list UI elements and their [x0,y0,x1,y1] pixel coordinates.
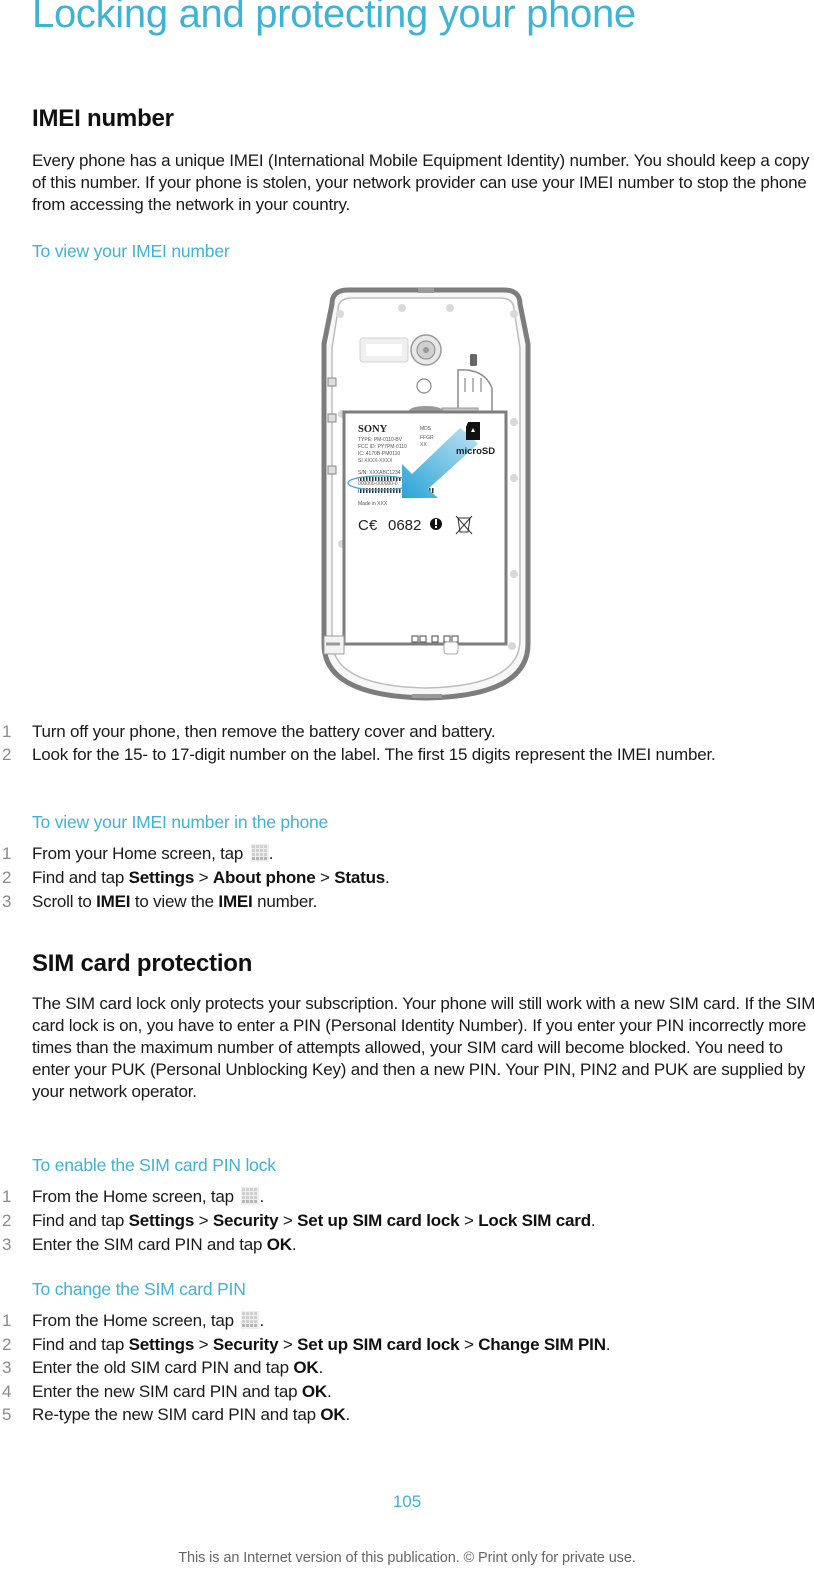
step-text: From the Home screen, tap . [32,1187,264,1206]
ui-term: Settings [128,1334,195,1354]
step-number: 2 [2,1334,12,1354]
microsd-label: microSD [456,446,495,457]
alert-icon [430,518,442,530]
ce-mark: C€ [358,517,378,534]
phone-back-illustration: SONY TYPE: PM-0110-BV FCC ID: PY7PM-0110… [318,284,534,709]
step-text: Turn off your phone, then remove the bat… [32,722,496,741]
svg-text:S/N: XXXABC1234: S/N: XXXABC1234 [358,470,401,476]
ui-term: OK [320,1405,346,1424]
ui-term: Settings [128,1211,195,1230]
step-text: Re-type the new SIM card PIN and tap OK. [32,1405,350,1424]
step-text: From the Home screen, tap . [32,1311,264,1330]
step-number: 3 [2,1358,12,1377]
svg-text:TYPE: PM-0110-BV: TYPE: PM-0110-BV [358,437,403,443]
svg-text:XX: XX [420,442,427,448]
step-text: Find and tap Settings > Security > Set u… [32,1334,611,1354]
application-grid-icon [241,1311,260,1329]
change-pin-heading: To change the SIM card PIN [32,1279,246,1299]
svg-text:FFGR: FFGR [420,435,434,441]
ui-term: IMEI [218,892,253,911]
step-number: 1 [2,844,12,863]
ui-term: Set up SIM card lock [297,1211,460,1230]
step-text: Enter the new SIM card PIN and tap OK. [32,1381,332,1401]
application-grid-icon [241,1187,260,1205]
ui-term: About phone [212,868,316,887]
page-title: Locking and protecting your phone [32,0,636,36]
ui-term: Status [334,868,386,887]
step-text: Enter the SIM card PIN and tap OK. [32,1235,297,1254]
sim-heading: SIM card protection [32,950,253,977]
ui-term: OK [293,1358,319,1377]
ui-term: OK [266,1235,292,1254]
view-imei-in-phone-heading: To view your IMEI number in the phone [32,812,329,832]
ui-term: Settings [128,868,195,887]
step-text: Enter the old SIM card PIN and tap OK. [32,1358,324,1377]
imei-intro: Every phone has a unique IMEI (Internati… [32,151,810,214]
ui-term: Set up SIM card lock [297,1334,460,1354]
view-imei-heading: To view your IMEI number [32,241,230,261]
svg-text:IC: 4170B-PM0110: IC: 4170B-PM0110 [358,451,400,457]
step-text: Find and tap Settings > Security > Set u… [32,1211,596,1230]
step-number: 3 [2,892,12,911]
step-number: 1 [2,722,12,741]
step-number: 2 [2,745,12,764]
step-text: Scroll to IMEI to view the IMEI number. [32,892,318,911]
page-number: 105 [392,1492,422,1511]
ui-term: OK [301,1381,327,1401]
application-grid-icon [250,844,269,862]
svg-text:FCC ID: PY7PM-0110: FCC ID: PY7PM-0110 [358,444,407,450]
step-number: 2 [2,1211,12,1230]
enable-pin-heading: To enable the SIM card PIN lock [32,1155,276,1175]
ui-term: Security [212,1211,279,1230]
svg-text:000000-000000-0: 000000-000000-0 [358,481,398,487]
step-text: From your Home screen, tap . [32,844,274,863]
ui-term: Security [212,1334,279,1354]
step-number: 1 [2,1187,12,1206]
step-number: 4 [2,1381,12,1401]
ui-term: Lock SIM card [478,1211,591,1230]
brand-logo: SONY [358,424,388,435]
footer-note: This is an Internet version of this publ… [178,1550,636,1566]
step-text: Find and tap Settings > About phone > St… [32,868,390,887]
step-number: 3 [2,1235,12,1254]
svg-text:SI XXXX-XXXX: SI XXXX-XXXX [358,458,393,464]
imei-heading: IMEI number [32,105,174,132]
step-number: 1 [2,1311,12,1330]
svg-text:MDS: MDS [420,426,432,432]
ui-term: IMEI [96,892,131,911]
ui-term: Change SIM PIN [478,1334,606,1354]
step-text: Look for the 15- to 17-digit number on t… [32,745,716,764]
step-number: 5 [2,1405,12,1424]
step-number: 2 [2,868,12,887]
sim-intro: The SIM card lock only protects your sub… [32,994,814,1101]
ce-number: 0682 [388,517,421,534]
svg-text:Made in XXX: Made in XXX [358,501,388,507]
